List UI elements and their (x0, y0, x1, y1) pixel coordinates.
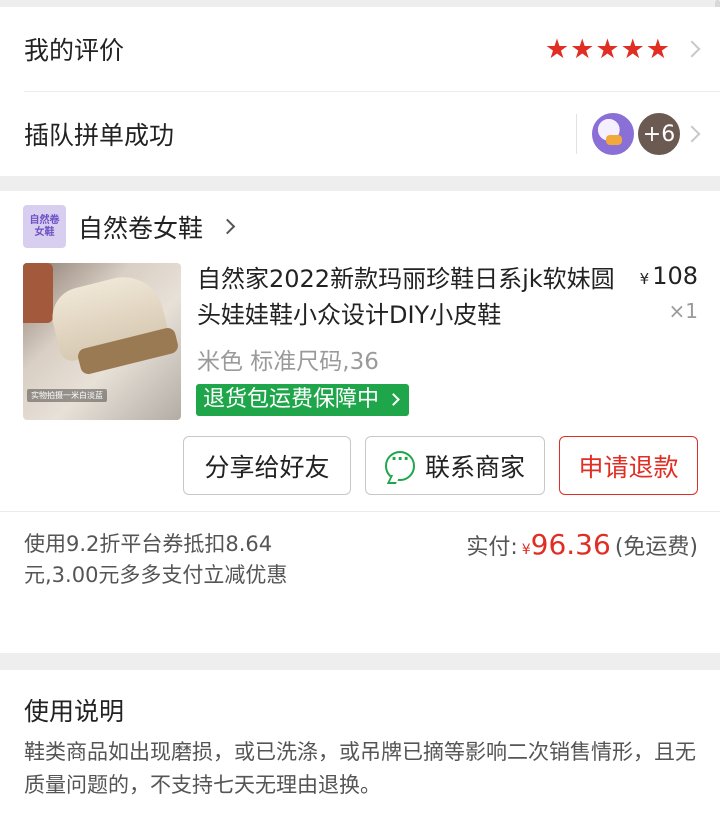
price-value: 108 (652, 262, 698, 290)
return-shipping-guarantee-badge[interactable]: 退货包运费保障中 (196, 384, 410, 416)
star-icon: ★ (544, 33, 570, 65)
guarantee-label: 退货包运费保障中 (203, 387, 380, 412)
product-quantity: ×1 (668, 299, 698, 323)
order-item-card: 自然卷女鞋 自然卷女鞋 实物拍摄一米白淡蓝 自然家2022新款玛丽珍鞋日系jk软… (0, 191, 720, 653)
currency-symbol: ¥ (521, 542, 531, 558)
chat-icon (384, 449, 415, 481)
order-status-card: 我的评价 ★ ★ ★ ★ ★ 插队拼单成功 +6 (0, 7, 720, 176)
usage-title: 使用说明 (24, 697, 125, 726)
avatar (590, 111, 636, 157)
product-image[interactable]: 实物拍摄一米白淡蓝 (23, 263, 181, 420)
chevron-right-icon (387, 393, 400, 406)
store-name[interactable]: 自然卷女鞋 (78, 209, 203, 245)
discount-description: 使用9.2折平台券抵扣8.64元,3.00元多多支付立减优惠 (24, 532, 288, 587)
my-review-row[interactable]: 我的评价 ★ ★ ★ ★ ★ (0, 7, 720, 91)
contact-seller-button[interactable]: 联系商家 (365, 436, 545, 495)
chevron-right-icon (683, 125, 701, 143)
vertical-separator (576, 114, 577, 154)
review-stars: ★ ★ ★ ★ ★ (545, 36, 670, 63)
product-title[interactable]: 自然家2022新款玛丽珍鞋日系jk软妹圆头娃娃鞋小众设计DIY小皮鞋 (197, 261, 617, 333)
avatar-more-count: +6 (636, 111, 682, 157)
share-button[interactable]: 分享给好友 (183, 436, 351, 495)
paid-value: 96.36 (530, 528, 611, 561)
my-review-label: 我的评价 (24, 36, 125, 65)
store-logo: 自然卷女鞋 (23, 205, 66, 248)
refund-button[interactable]: 申请退款 (559, 436, 698, 495)
contact-seller-label: 联系商家 (424, 452, 525, 482)
image-decor (23, 263, 53, 323)
group-order-label: 插队拼单成功 (24, 121, 175, 150)
star-icon: ★ (595, 33, 620, 65)
product-spec: 米色 标准尺码,36 (197, 349, 379, 375)
star-icon: ★ (570, 33, 595, 65)
product-image-caption: 实物拍摄一米白淡蓝 (27, 389, 107, 402)
group-order-row[interactable]: 插队拼单成功 +6 (0, 92, 720, 176)
product-price: ¥108 (640, 262, 698, 290)
star-icon: ★ (645, 33, 670, 65)
star-icon: ★ (620, 33, 645, 65)
usage-text: 鞋类商品如出现磨损，或已洗涤，或吊牌已摘等影响二次销售情形，且无质量问题的，不支… (24, 740, 696, 797)
currency-symbol: ¥ (639, 270, 650, 288)
chevron-right-icon[interactable] (219, 218, 236, 235)
divider (0, 511, 720, 512)
paid-label: 实付: (466, 535, 518, 560)
paid-amount: 实付: ¥96.36 (免运费) (466, 528, 698, 561)
chevron-right-icon (683, 40, 701, 58)
usage-notes-card: 使用说明 鞋类商品如出现磨损，或已洗涤，或吊牌已摘等影响二次销售情形，且无质量问… (0, 670, 720, 823)
shipping-note: (免运费) (614, 535, 698, 560)
